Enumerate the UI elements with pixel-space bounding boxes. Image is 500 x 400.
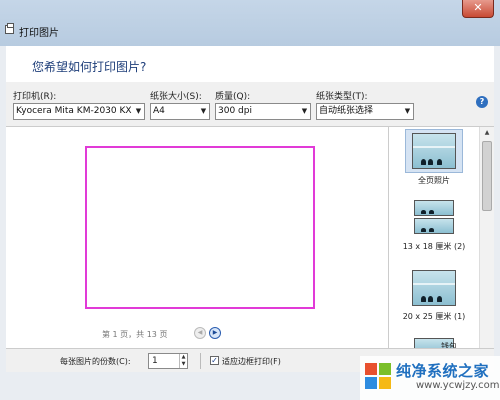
divider: [200, 353, 201, 369]
paper-type-select[interactable]: 自动纸张选择 ▼: [316, 103, 414, 120]
layout-label: 钱包: [441, 342, 457, 348]
dialog-header: 您希望如何打印图片?: [6, 46, 494, 82]
print-icon: [5, 23, 14, 34]
next-page-button[interactable]: ▶: [209, 327, 221, 339]
printer-select[interactable]: Kyocera Mita KM-2030 KX ▼: [13, 103, 145, 120]
paper-size-value: A4: [153, 106, 165, 116]
layout-thumbnail: [414, 218, 454, 234]
watermark: 纯净系统之家 www.ycwjzy.com: [360, 356, 500, 400]
layout-thumbnail: [412, 133, 456, 169]
quality-value: 300 dpi: [218, 106, 252, 116]
layout-thumbnail: [412, 270, 456, 306]
paper-size-label: 纸张大小(S):: [150, 92, 202, 102]
page-title: 您希望如何打印图片?: [32, 60, 147, 74]
chevron-down-icon: ▼: [135, 107, 142, 115]
quality-label: 质量(Q):: [215, 92, 251, 102]
layout-thumbnail: [414, 200, 454, 216]
preview-page: [85, 146, 315, 309]
printer-value: Kyocera Mita KM-2030 KX: [16, 106, 132, 116]
page-indicator: 第 1 页，共 13 页: [102, 330, 168, 339]
fit-frame-label: 适应边框打印(F): [222, 357, 281, 366]
close-button[interactable]: ✕: [462, 0, 494, 18]
layout-label: 13 x 18 厘米 (2): [402, 242, 466, 251]
printer-label: 打印机(R):: [13, 92, 57, 102]
paper-type-label: 纸张类型(T):: [316, 92, 368, 102]
layout-item-20x25[interactable]: 20 x 25 厘米 (1): [389, 263, 479, 323]
layout-item-wallet[interactable]: 钱包: [389, 331, 479, 348]
copies-stepper[interactable]: 1 ▲ ▼: [148, 353, 188, 369]
title-bar: 打印图片 ✕: [0, 0, 500, 46]
copies-label: 每张图片的份数(C):: [60, 357, 131, 366]
layout-item-full-page[interactable]: 全页照片: [389, 127, 479, 189]
spin-icon[interactable]: ▲ ▼: [179, 354, 187, 368]
paper-size-select[interactable]: A4 ▼: [150, 103, 210, 120]
watermark-brand: 纯净系统之家: [396, 362, 490, 380]
layout-label: 20 x 25 厘米 (1): [402, 312, 466, 321]
watermark-url: www.ycwjzy.com: [416, 380, 500, 391]
previous-page-button[interactable]: ◀: [194, 327, 206, 339]
fit-frame-checkbox[interactable]: ✓: [210, 356, 219, 365]
scrollbar-thumb[interactable]: [482, 141, 492, 211]
windows-logo-icon: [364, 362, 392, 390]
chevron-down-icon: ▼: [404, 107, 411, 115]
chevron-down-icon: ▼: [301, 107, 308, 115]
layout-item-13x18[interactable]: 13 x 18 厘米 (2): [389, 193, 479, 253]
layout-list: 全页照片 13 x 18 厘米 (2) 20 x 25 厘米 (1) 钱包 ▲: [388, 126, 494, 348]
layout-scrollbar[interactable]: ▲: [479, 127, 494, 348]
chevron-down-icon: ▼: [200, 107, 207, 115]
help-icon[interactable]: ?: [476, 96, 488, 108]
layout-label: 全页照片: [418, 176, 450, 185]
print-options: 打印机(R): Kyocera Mita KM-2030 KX ▼ 纸张大小(S…: [6, 82, 494, 126]
print-preview: 第 1 页，共 13 页 ◀ ▶: [6, 126, 388, 348]
window-title: 打印图片: [19, 28, 59, 39]
quality-select[interactable]: 300 dpi ▼: [215, 103, 311, 120]
paper-type-value: 自动纸张选择: [319, 106, 374, 116]
scroll-up-icon[interactable]: ▲: [480, 127, 494, 139]
copies-value: 1: [152, 356, 158, 366]
